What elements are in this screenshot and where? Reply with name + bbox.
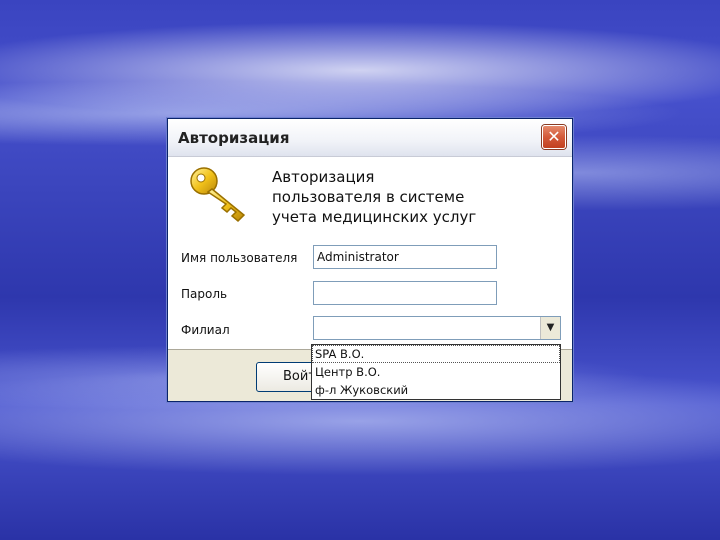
dialog-heading: Авторизация пользователя в системе учета… xyxy=(272,167,476,227)
dropdown-arrow-button[interactable]: ▼ xyxy=(540,317,560,339)
dropdown-option[interactable]: Центр В.О. xyxy=(312,363,560,381)
close-icon: ✕ xyxy=(547,127,561,146)
password-field[interactable] xyxy=(313,281,497,305)
dropdown-option[interactable]: ф-л Жуковский xyxy=(312,381,560,399)
key-icon xyxy=(190,167,246,223)
heading-line: пользователя в системе xyxy=(272,188,465,206)
password-label: Пароль xyxy=(181,287,228,301)
title-bar[interactable]: Авторизация ✕ xyxy=(168,119,572,157)
branch-dropdown-list: SPA В.О. Центр В.О. ф-л Жуковский xyxy=(311,344,561,400)
window-title: Авторизация xyxy=(178,129,290,147)
close-button[interactable]: ✕ xyxy=(542,125,566,149)
username-label: Имя пользователя xyxy=(181,251,298,265)
username-field[interactable]: Administrator xyxy=(313,245,497,269)
heading-line: Авторизация xyxy=(272,168,375,186)
chevron-down-icon: ▼ xyxy=(546,322,555,333)
branch-select[interactable]: ▼ xyxy=(313,316,561,340)
desktop-background: { "window": { "title": "Авторизация", "c… xyxy=(0,0,720,540)
branch-label: Филиал xyxy=(181,323,230,337)
dropdown-option[interactable]: SPA В.О. xyxy=(312,345,560,363)
heading-line: учета медицинских услуг xyxy=(272,208,477,226)
dialog-body: Авторизация пользователя в системе учета… xyxy=(168,157,572,349)
